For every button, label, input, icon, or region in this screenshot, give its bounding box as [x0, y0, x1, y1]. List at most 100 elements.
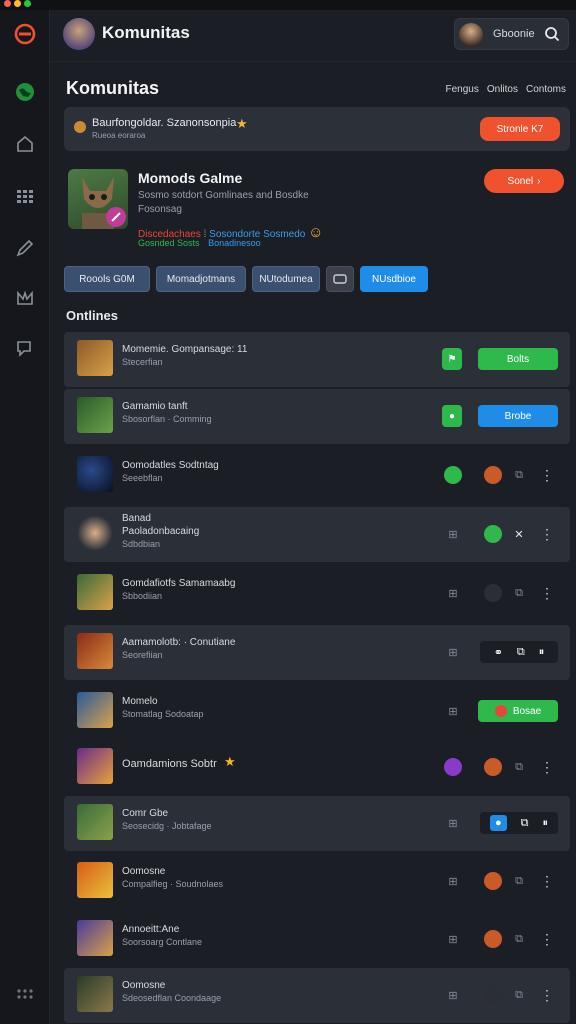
purple-badge-icon[interactable]: [444, 758, 462, 776]
reaction-icon[interactable]: [484, 986, 502, 1004]
list-item[interactable]: Momemie. Gompansage: 11 Stecerfian ⚑ Bol…: [64, 332, 570, 387]
controller-icon[interactable]: ⊞: [444, 928, 462, 950]
tab-2[interactable]: Onlitos: [487, 84, 518, 95]
more-icon[interactable]: ⋮: [540, 870, 554, 892]
pill-3[interactable]: NUtodumea: [252, 266, 320, 292]
list-item[interactable]: Annoeitt:Ane Soorsoarg Contlane ⊞ ⧉ ⋮: [64, 912, 570, 967]
join-button[interactable]: Bosae: [478, 700, 558, 722]
reaction-icon[interactable]: [484, 872, 502, 890]
item-subtitle: Seeebflan: [122, 473, 163, 483]
tag-green[interactable]: Gosnded Sosts: [138, 238, 200, 248]
list-item[interactable]: Oomodatles Sodtntag Seeebflan ⧉ ⋮: [64, 448, 570, 503]
tab-3[interactable]: Contoms: [526, 84, 566, 95]
action-group[interactable]: ● ⧉ ⏸: [480, 812, 558, 834]
share-icon[interactable]: ⧉: [510, 582, 528, 604]
game-thumbnail[interactable]: [77, 862, 113, 898]
search-icon[interactable]: [544, 26, 560, 47]
location-icon[interactable]: ●: [489, 815, 507, 831]
game-thumbnail[interactable]: [77, 692, 113, 728]
more-icon[interactable]: ⋮: [540, 984, 554, 1006]
game-thumbnail[interactable]: [77, 804, 113, 840]
share-icon[interactable]: ⧉: [510, 984, 528, 1006]
tab-1[interactable]: Fengus: [446, 84, 479, 95]
controller-icon[interactable]: ⊞: [444, 523, 462, 545]
user-avatar[interactable]: [459, 23, 483, 47]
list-item[interactable]: Momelo Stomatlag Sodoatap ⊞ Bosae: [64, 684, 570, 739]
game-thumbnail[interactable]: [77, 340, 113, 376]
profile-thumbnail[interactable]: [68, 169, 128, 229]
reaction-icon[interactable]: [484, 584, 502, 602]
share-icon[interactable]: ⧉: [510, 464, 528, 486]
more-icon[interactable]: ⋮: [540, 464, 554, 486]
list-item[interactable]: Oomosne Sdeosedflan Coondaage ⊞ ⧉ ⋮: [64, 968, 570, 1023]
link-icon[interactable]: ⚭: [494, 646, 503, 659]
game-thumbnail[interactable]: [77, 574, 113, 610]
close-dot[interactable]: [4, 0, 11, 7]
globe-icon[interactable]: [13, 80, 37, 104]
list-item[interactable]: Comr Gbe Seosecidg · Jobtafage ⊞ ● ⧉ ⏸: [64, 796, 570, 851]
controller-icon[interactable]: ⊞: [444, 582, 462, 604]
list-item[interactable]: Gamamio tanft Sbosorflan · Comming ● Bro…: [64, 389, 570, 444]
game-thumbnail[interactable]: [77, 976, 113, 1012]
pause-icon[interactable]: ⏸: [539, 646, 545, 659]
controller-icon[interactable]: ⊞: [444, 700, 462, 722]
copy-icon[interactable]: ⧉: [521, 817, 529, 830]
profile-action-button[interactable]: Sonel ›: [484, 169, 564, 193]
edit-icon[interactable]: [13, 236, 37, 260]
pill-active[interactable]: NUsdbioe: [360, 266, 428, 292]
game-thumbnail[interactable]: [77, 515, 113, 551]
action-group[interactable]: ⚭ ⧉ ⏸: [480, 641, 558, 663]
profile-name: Momods Galme: [138, 170, 243, 186]
notice-button[interactable]: Stronle K7: [480, 117, 560, 141]
status-icon[interactable]: ⚑: [442, 348, 462, 370]
share-icon[interactable]: ⧉: [510, 928, 528, 950]
game-thumbnail[interactable]: [77, 748, 113, 784]
item-subtitle: Seosecidg · Jobtafage: [122, 821, 212, 831]
game-thumbnail[interactable]: [77, 920, 113, 956]
game-thumbnail[interactable]: [77, 633, 113, 669]
controller-icon[interactable]: ⊞: [444, 870, 462, 892]
logo-icon[interactable]: [13, 22, 37, 46]
crown-icon[interactable]: [13, 286, 37, 310]
more-icon[interactable]: ⋮: [540, 582, 554, 604]
more-icon[interactable]: ⋮: [540, 523, 554, 545]
emoji-icon: ☺: [308, 224, 324, 241]
pause-icon[interactable]: ⏸: [543, 817, 549, 830]
online-icon[interactable]: [484, 525, 502, 543]
play-button[interactable]: Brobe: [478, 405, 558, 427]
controller-icon[interactable]: ⊞: [444, 984, 462, 1006]
share-icon[interactable]: ⧉: [510, 870, 528, 892]
more-icon[interactable]: ⋮: [540, 928, 554, 950]
tag-blue-2[interactable]: Bonadinesoo: [208, 238, 261, 248]
join-button[interactable]: Bolts: [478, 348, 558, 370]
game-thumbnail[interactable]: [77, 397, 113, 433]
home-icon[interactable]: [13, 132, 37, 156]
more-icon[interactable]: ⋮: [540, 756, 554, 778]
maximize-dot[interactable]: [24, 0, 31, 7]
reaction-icon[interactable]: [484, 930, 502, 948]
reaction-icon[interactable]: [484, 758, 502, 776]
profile-desc-line2: Fosonsag: [138, 204, 182, 215]
list-item[interactable]: Oomosne Compalfieg · Soudnolaes ⊞ ⧉ ⋮: [64, 854, 570, 909]
game-thumbnail[interactable]: [77, 456, 113, 492]
pill-1[interactable]: Roools G0M: [64, 266, 150, 292]
controller-icon[interactable]: ⊞: [444, 641, 462, 663]
controller-icon[interactable]: ⊞: [444, 812, 462, 834]
chat-icon[interactable]: [13, 336, 37, 360]
grid-icon[interactable]: [13, 184, 37, 208]
minimize-dot[interactable]: [14, 0, 21, 7]
more-apps-icon[interactable]: [13, 982, 37, 1006]
list-item[interactable]: Aamamolotb: · Conutiane Seorefiian ⊞ ⚭ ⧉ ⏸: [64, 625, 570, 680]
list-item[interactable]: Oamdamions Sobtr ★ ⧉ ⋮: [64, 740, 570, 795]
pill-2[interactable]: Momadjotmans: [156, 266, 246, 292]
community-avatar[interactable]: [63, 18, 95, 50]
reaction-icon[interactable]: [484, 466, 502, 484]
copy-icon[interactable]: ⧉: [517, 646, 525, 659]
pill-filter-icon[interactable]: [326, 266, 354, 292]
status-icon[interactable]: ●: [442, 405, 462, 427]
share-icon[interactable]: ⧉: [510, 756, 528, 778]
close-icon[interactable]: ✕: [510, 523, 528, 545]
user-menu[interactable]: Gboonie: [454, 18, 569, 50]
list-item[interactable]: Gomdafiotfs Samamaabg Sbbodiian ⊞ ⧉ ⋮: [64, 566, 570, 621]
list-item[interactable]: Banad Paoladonbacaing Sdbdbian ⊞ ✕ ⋮: [64, 507, 570, 562]
